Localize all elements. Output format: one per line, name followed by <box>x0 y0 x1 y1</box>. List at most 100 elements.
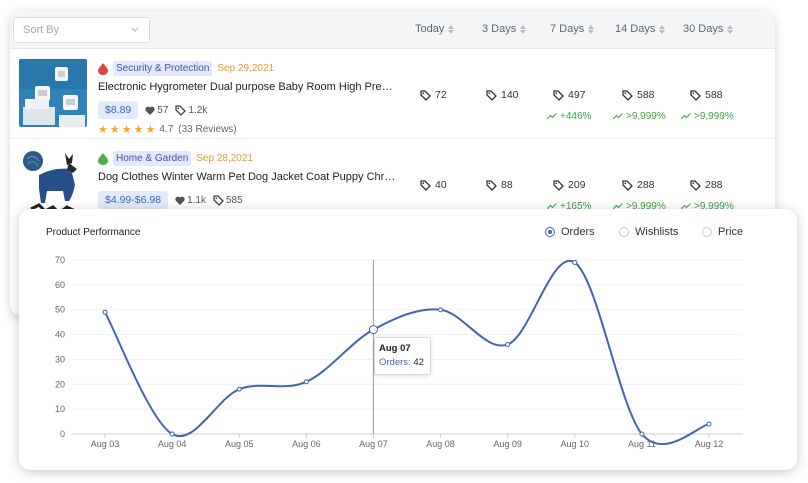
tooltip-label: Orders: <box>379 357 411 368</box>
star-icon: ★ <box>109 123 120 136</box>
tooltip-value: 42 <box>413 357 424 368</box>
x-tick-label: Aug 09 <box>493 439 522 449</box>
y-tick-label: 60 <box>55 280 65 290</box>
chevron-down-icon <box>131 27 139 32</box>
tag-icon <box>213 194 224 206</box>
product-title[interactable]: Electronic Hygrometer Dual purpose Baby … <box>98 81 396 93</box>
star-icon: ★ <box>133 123 144 136</box>
y-tick-label: 70 <box>55 255 65 265</box>
metric-value: 288 <box>705 179 723 191</box>
product-meta: Security & Protection Sep 29,2021 <box>98 61 274 76</box>
column-30-days[interactable]: 30 Days <box>683 23 734 35</box>
metric-value: 497 <box>568 89 586 101</box>
metric-value: 140 <box>501 89 519 101</box>
metric-30-days: 288 <box>690 179 723 191</box>
heart-icon <box>145 106 155 115</box>
metric-14-days: 288 <box>622 179 655 191</box>
x-tick-label: Aug 03 <box>91 439 120 449</box>
data-point <box>102 309 108 315</box>
sort-arrows-icon <box>448 24 455 34</box>
tag-icon <box>420 89 431 101</box>
product-row[interactable]: Security & Protection Sep 29,2021 Electr… <box>10 49 775 139</box>
metric-3-days: 88 <box>486 179 513 191</box>
sold-count: 1.2k <box>188 104 208 116</box>
product-thumbnail[interactable] <box>19 149 87 217</box>
y-tick-label: 10 <box>55 404 65 414</box>
chart-tooltip: Aug 07 Orders: 42 <box>374 337 431 375</box>
column-14-days[interactable]: 14 Days <box>615 23 666 35</box>
product-performance-card: Product Performance Orders Wishlists Pri… <box>19 209 797 470</box>
metric-value: 40 <box>435 179 447 191</box>
data-point <box>639 431 645 437</box>
column-3-days-label: 3 Days <box>482 23 517 35</box>
x-tick-label: Aug 04 <box>158 439 187 449</box>
product-thumbnail[interactable] <box>19 59 87 127</box>
product-title[interactable]: Dog Clothes Winter Warm Pet Dog Jacket C… <box>98 171 396 183</box>
tag-icon <box>553 179 564 191</box>
sort-by-select[interactable]: Sort By <box>13 17 150 43</box>
metric-today: 72 <box>420 89 447 101</box>
growth-30-days: >9,999% <box>681 111 734 122</box>
y-tick-label: 0 <box>60 429 65 439</box>
likes-count: 57 <box>157 104 169 116</box>
price-badge: $4.99-$6.98 <box>98 191 169 209</box>
column-3-days[interactable]: 3 Days <box>482 23 527 35</box>
review-count[interactable]: (33 Reviews) <box>178 124 236 135</box>
data-point <box>572 259 578 265</box>
y-tick-label: 20 <box>55 379 65 389</box>
metric-value: 72 <box>435 89 447 101</box>
metric-value: 588 <box>637 89 655 101</box>
trend-up-icon <box>613 113 623 120</box>
growth-7-days: +446% <box>547 111 591 122</box>
x-tick-label: Aug 07 <box>359 439 388 449</box>
tag-icon <box>175 104 187 116</box>
likes-stat: 57 <box>145 105 168 116</box>
data-point <box>236 386 242 392</box>
star-icon: ★ <box>145 123 156 136</box>
product-stats: $8.89 57 1.2k <box>98 101 207 119</box>
metric-value: 88 <box>501 179 513 191</box>
sort-arrows-icon <box>520 24 527 34</box>
category-flame-icon <box>98 62 108 75</box>
tag-icon <box>622 179 633 191</box>
x-tick-label: Aug 08 <box>426 439 455 449</box>
metric-3-days: 140 <box>486 89 519 101</box>
data-point <box>706 421 712 427</box>
metric-14-days: 588 <box>622 89 655 101</box>
metric-30-days: 588 <box>690 89 723 101</box>
metric-value: 588 <box>705 89 723 101</box>
x-tick-label: Aug 10 <box>561 439 590 449</box>
sort-by-placeholder: Sort By <box>23 24 60 36</box>
column-14-days-label: 14 Days <box>615 23 656 35</box>
metric-today: 40 <box>420 179 447 191</box>
data-point <box>303 379 309 385</box>
column-7-days-label: 7 Days <box>550 23 585 35</box>
column-7-days[interactable]: 7 Days <box>550 23 595 35</box>
trend-up-icon <box>681 113 691 120</box>
sold-stat: 1.2k <box>175 105 207 116</box>
growth-value: >9,999% <box>626 111 666 122</box>
y-tick-label: 50 <box>55 305 65 315</box>
column-today-label: Today <box>415 23 445 35</box>
x-tick-label: Aug 05 <box>225 439 254 449</box>
sold-stat: 585 <box>213 195 243 206</box>
metric-value: 209 <box>568 179 586 191</box>
tag-icon <box>553 89 564 101</box>
x-tick-label: Aug 11 <box>628 439 656 449</box>
column-today[interactable]: Today <box>415 23 455 35</box>
x-tick-label: Aug 12 <box>695 439 724 449</box>
tag-icon <box>690 179 701 191</box>
category-tag[interactable]: Home & Garden <box>113 151 192 166</box>
sort-arrows-icon <box>659 24 666 34</box>
category-tag[interactable]: Security & Protection <box>113 61 213 76</box>
product-meta: Home & Garden Sep 28,2021 <box>98 151 253 166</box>
metric-value: 288 <box>637 179 655 191</box>
likes-stat: 1.1k <box>175 195 206 206</box>
x-tick-label: Aug 06 <box>292 439 321 449</box>
rating: ★ ★ ★ ★ ★ 4.7 (33 Reviews) <box>98 124 237 135</box>
heart-icon <box>175 196 185 205</box>
star-icon: ★ <box>98 123 108 136</box>
list-header: Sort By Today 3 Days 7 Days 14 Days 30 D… <box>10 11 775 49</box>
sort-arrows-icon <box>588 24 595 34</box>
rating-value: 4.7 <box>159 124 174 135</box>
